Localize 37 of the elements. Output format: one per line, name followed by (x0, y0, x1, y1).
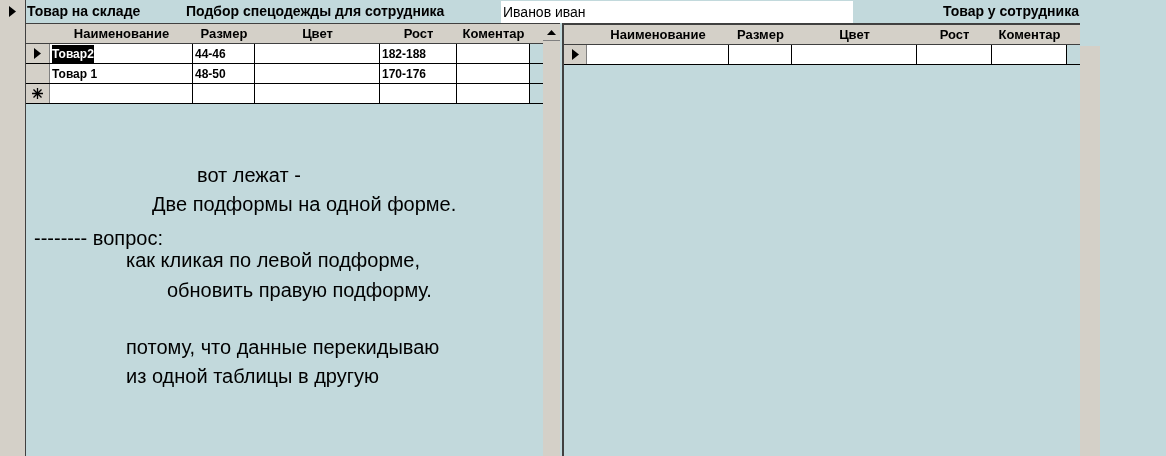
row-selector[interactable] (26, 84, 50, 103)
column-header: Цвет (838, 26, 871, 44)
note-text: вот лежат - (197, 163, 301, 188)
column-header: Размер (736, 26, 785, 44)
note-text: Две подформы на одной форме. (152, 192, 457, 217)
row-selector[interactable] (26, 44, 50, 63)
up-arrow-icon (547, 29, 556, 35)
record-pointer-icon (571, 49, 579, 60)
selected-text: Товар2 (52, 44, 94, 63)
record-pointer-icon (9, 6, 16, 17)
column-header: Рост (938, 26, 971, 44)
form-label: Товар у сотрудника (943, 2, 1079, 21)
new-record-icon (32, 88, 43, 99)
scrollbar[interactable] (543, 23, 560, 456)
table-cell: 170-176 (380, 64, 457, 83)
column-header: Наименование (609, 26, 707, 44)
record-pointer-icon (34, 48, 41, 59)
column-header: Размер (199, 25, 249, 43)
note-text: -------- вопрос: (34, 226, 163, 251)
column-header: Коментар (461, 25, 526, 43)
note-text: как кликая по левой подформе, (126, 249, 420, 273)
row-selector[interactable] (564, 45, 587, 64)
column-header: Коментар (997, 26, 1062, 44)
column-header: Наименование (72, 25, 171, 43)
note-text: потому, что данные перекидываю (126, 335, 440, 360)
table-cell: 48-50 (193, 64, 255, 83)
form-title: Подбор спецодежды для сотрудника (186, 2, 446, 21)
form-label: Товар на складе (26, 2, 142, 21)
table-cell: 44-46 (193, 44, 255, 63)
employee-field[interactable]: Иванов иван (501, 0, 853, 23)
table-cell: 182-188 (380, 44, 457, 63)
note-text: обновить правую подформу. (167, 278, 432, 303)
form-record-selector[interactable] (0, 0, 26, 456)
column-header: Рост (402, 25, 435, 43)
column-header: Цвет (301, 25, 334, 43)
note-text: из одной таблицы в другую (126, 364, 380, 389)
table-cell: Товар 1 (50, 64, 193, 83)
